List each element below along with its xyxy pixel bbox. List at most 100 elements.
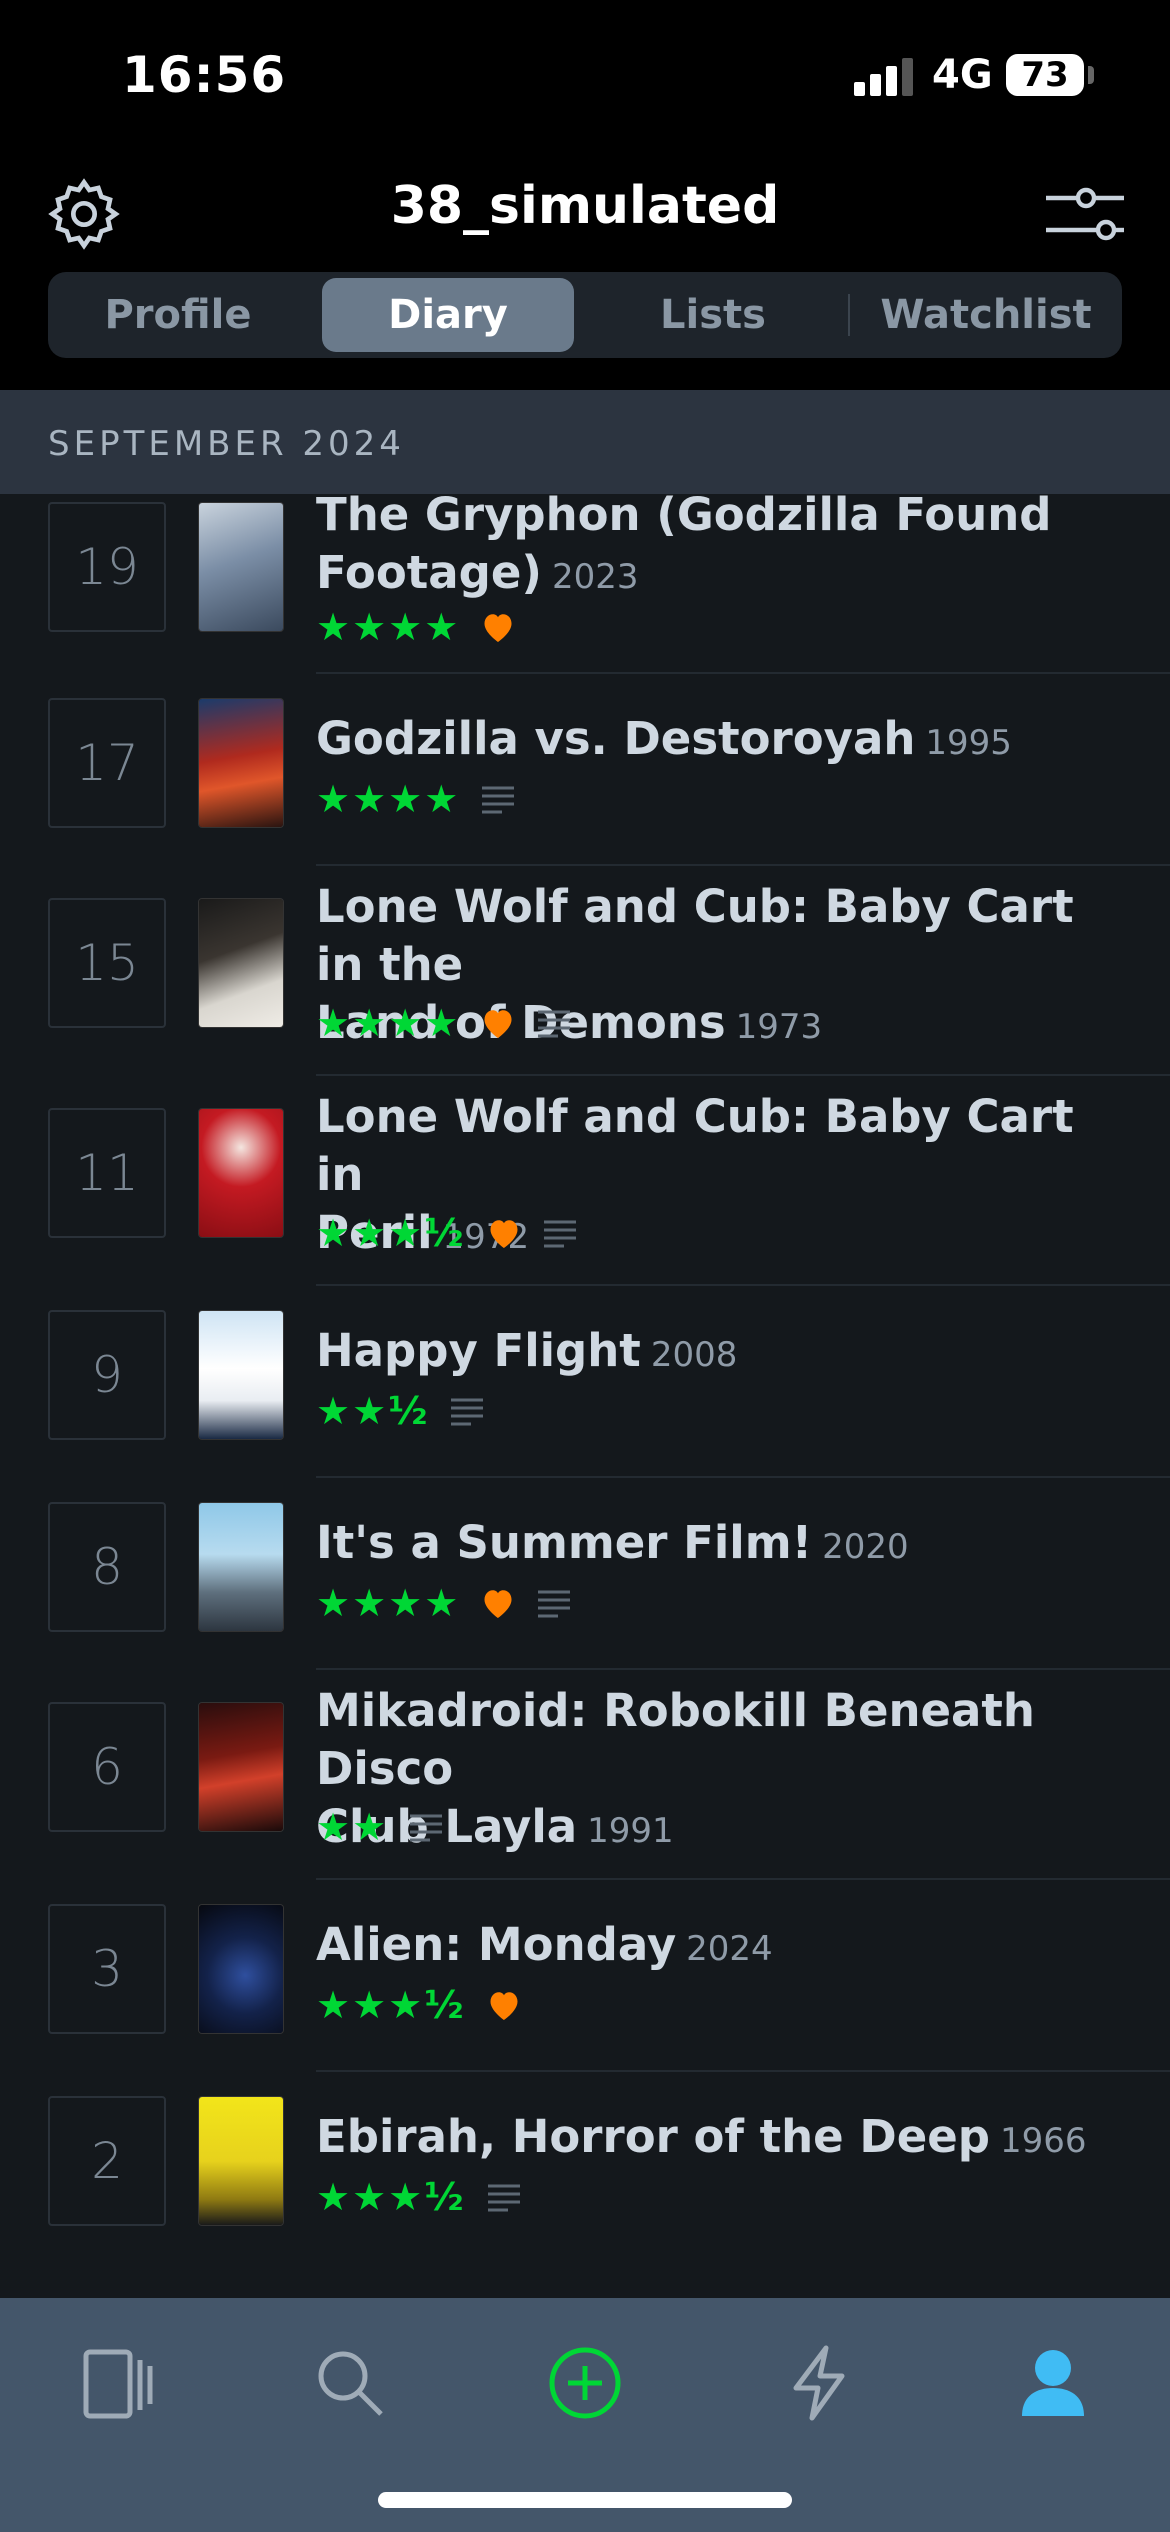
star-rating: ★★★★ [316, 605, 461, 649]
sliders-icon[interactable] [1042, 178, 1128, 250]
film-year: 1995 [925, 723, 1012, 763]
battery-icon: 73 [1006, 54, 1084, 96]
status-bar: 16:56 4G 73 [0, 0, 1170, 150]
heart-icon [484, 1590, 512, 1618]
film-poster[interactable] [198, 898, 284, 1028]
diary-entry[interactable]: 11 Lone Wolf and Cub: Baby Cart in Peril… [0, 1076, 1170, 1286]
entry-meta: ★★★★ [316, 1001, 572, 1045]
entry-meta: ★★★½ [316, 2175, 522, 2219]
star-rating: ★★★★ [316, 1001, 461, 1045]
entry-day: 15 [48, 898, 166, 1028]
film-title-line1: Alien: Monday [316, 1918, 677, 1971]
entry-day: 8 [48, 1502, 166, 1632]
film-poster[interactable] [198, 1108, 284, 1238]
film-title-line1: Happy Flight [316, 1324, 641, 1377]
review-icon [543, 1220, 576, 1248]
star-rating: ★★½ [316, 1389, 430, 1433]
film-title-line1: It's a Summer Film! [316, 1516, 813, 1569]
film-year: 1966 [999, 2121, 1087, 2161]
entry-day: 2 [48, 2096, 166, 2226]
film-poster[interactable] [198, 1502, 284, 1632]
entry-day: 9 [48, 1310, 166, 1440]
entry-day: 19 [48, 502, 166, 632]
film-year: 1973 [735, 1007, 823, 1047]
diary-entry[interactable]: 2 Ebirah, Horror of the Deep 1966 ★★★½ [0, 2072, 1170, 2264]
entry-day: 3 [48, 1904, 166, 2034]
star-rating: ★★★½ [316, 2175, 466, 2219]
entry-meta: ★★★½ [316, 1983, 522, 2027]
review-icon [538, 1010, 571, 1038]
entry-meta: ★★★½ [316, 1211, 578, 1255]
heart-icon [490, 1992, 518, 2020]
tab-diary[interactable]: Diary [322, 278, 574, 352]
film-poster[interactable] [198, 698, 284, 828]
profile-tabs: Profile Diary Lists Watchlist [48, 272, 1122, 358]
film-poster[interactable] [198, 502, 284, 632]
film-title-line1: The Gryphon (Godzilla Found [316, 488, 1052, 541]
entry-day: 11 [48, 1108, 166, 1238]
diary-entry[interactable]: 6 Mikadroid: Robokill Beneath Disco Club… [0, 1670, 1170, 1880]
film-poster[interactable] [198, 1904, 284, 2034]
network-label: 4G [932, 52, 993, 98]
tab-profile[interactable]: Profile [48, 272, 308, 358]
diary-entry[interactable]: 15 Lone Wolf and Cub: Baby Cart in the L… [0, 866, 1170, 1076]
star-rating: ★★★★ [316, 777, 461, 821]
review-icon [451, 1398, 484, 1426]
entry-day: 17 [48, 698, 166, 828]
entry-meta: ★★★★ [316, 1581, 572, 1625]
diary-entry[interactable]: 3 Alien: Monday 2024 ★★★½ [0, 1880, 1170, 2072]
home-indicator[interactable] [378, 2492, 792, 2508]
film-title[interactable]: The Gryphon (Godzilla Found Footage) 2023 [316, 486, 1136, 606]
film-poster[interactable] [198, 1702, 284, 1832]
battery-cap [1088, 66, 1094, 84]
film-year: 2020 [822, 1527, 909, 1567]
entry-meta: ★★★★ [316, 777, 516, 821]
diary-entry[interactable]: 17 Godzilla vs. Destoroyah 1995 ★★★★ [0, 674, 1170, 866]
film-year: 2023 [551, 557, 639, 597]
month-section-header: SEPTEMBER 2024 [0, 390, 1170, 494]
tab-lists[interactable]: Lists [578, 272, 848, 358]
star-rating: ★★ [316, 1805, 389, 1849]
film-title-line1: Ebirah, Horror of the Deep [316, 2110, 990, 2163]
entry-meta: ★★½ [316, 1389, 485, 1433]
search-icon[interactable] [305, 2338, 395, 2428]
entry-meta: ★★★★ [316, 605, 516, 649]
films-icon[interactable] [72, 2338, 162, 2428]
review-icon [487, 2184, 520, 2212]
heart-icon [484, 614, 512, 642]
profile-icon[interactable] [1008, 2338, 1098, 2428]
diary-entry[interactable]: 19 The Gryphon (Godzilla Found Footage) 2… [0, 488, 1170, 674]
tab-watchlist[interactable]: Watchlist [850, 272, 1122, 358]
diary-list[interactable]: 19 The Gryphon (Godzilla Found Footage) 2… [0, 488, 1170, 2264]
film-title[interactable]: It's a Summer Film! 2020 [316, 1514, 1136, 1576]
film-title-line1: Lone Wolf and Cub: Baby Cart in the [316, 880, 1074, 991]
film-title[interactable]: Ebirah, Horror of the Deep 1966 [316, 2108, 1136, 2170]
diary-entry[interactable]: 9 Happy Flight 2008 ★★½ [0, 1286, 1170, 1478]
add-log-icon[interactable] [540, 2338, 630, 2428]
film-poster[interactable] [198, 1310, 284, 1440]
film-title-line1: Mikadroid: Robokill Beneath Disco [316, 1684, 1035, 1795]
review-icon [482, 786, 515, 814]
star-rating: ★★★½ [316, 1983, 466, 2027]
film-poster[interactable] [198, 2096, 284, 2226]
activity-icon[interactable] [774, 2338, 864, 2428]
film-title-line1: Lone Wolf and Cub: Baby Cart in [316, 1090, 1074, 1201]
review-icon [538, 1590, 571, 1618]
entry-meta: ★★ [316, 1805, 444, 1849]
star-rating: ★★★★ [316, 1581, 461, 1625]
page-title: 38_simulated [390, 176, 780, 236]
app-header: 38_simulated Profile Diary Lists Watchli… [0, 150, 1170, 390]
film-title[interactable]: Happy Flight 2008 [316, 1322, 1136, 1384]
heart-icon [484, 1010, 512, 1038]
status-time: 16:56 [122, 46, 287, 104]
diary-entry[interactable]: 8 It's a Summer Film! 2020 ★★★★ [0, 1478, 1170, 1670]
signal-icon [854, 58, 916, 96]
film-year: 2008 [650, 1335, 738, 1375]
film-title[interactable]: Godzilla vs. Destoroyah 1995 [316, 710, 1136, 772]
film-title-line1: Godzilla vs. Destoroyah [316, 712, 916, 765]
entry-day: 6 [48, 1702, 166, 1832]
film-title[interactable]: Alien: Monday 2024 [316, 1916, 1136, 1978]
film-year: 1991 [587, 1811, 674, 1851]
heart-icon [490, 1220, 518, 1248]
battery-level: 73 [1021, 55, 1069, 95]
